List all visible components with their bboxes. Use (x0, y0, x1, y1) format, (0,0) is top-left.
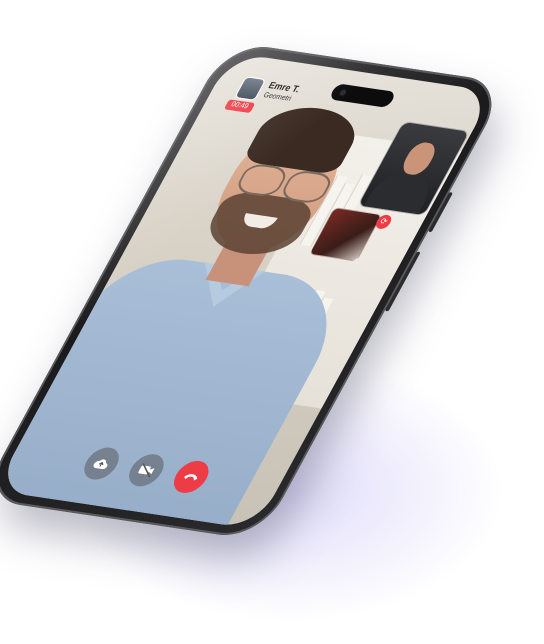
dynamic-island (328, 83, 397, 108)
front-camera (338, 89, 348, 97)
camera-toggle-button[interactable] (122, 452, 170, 489)
phone-hangup-icon (184, 474, 198, 481)
video-off-icon (138, 463, 155, 478)
cloud-upload-icon (93, 459, 108, 470)
share-button[interactable] (77, 445, 126, 482)
caller-text: Emre T. Geometri (261, 80, 302, 104)
end-call-button[interactable] (167, 458, 215, 495)
participant-face (398, 140, 440, 177)
